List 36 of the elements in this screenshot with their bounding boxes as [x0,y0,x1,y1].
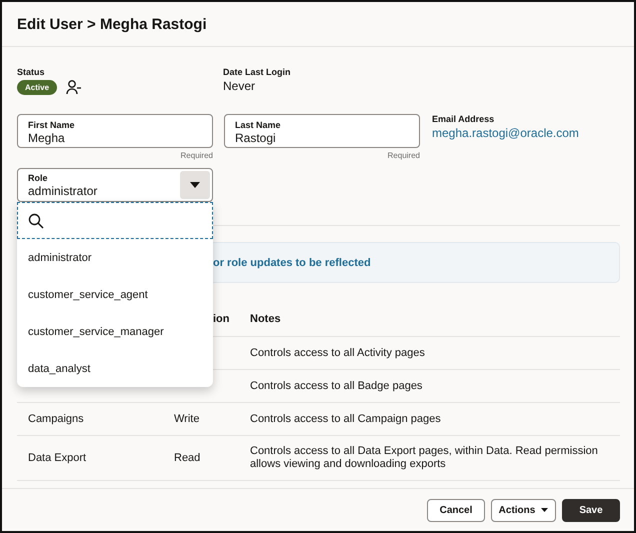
text-field[interactable]: Last Name Rastogi [224,114,420,148]
column-header: ion [213,313,230,325]
email-link[interactable]: megha.rastogi@oracle.com [432,126,579,140]
table-cell: Read [174,452,200,464]
table-cell: Controls access to all Campaign pages [250,412,441,424]
role-option[interactable]: administrator [28,252,92,264]
required-hint: Required [180,151,213,160]
table-cell: Data Export [28,452,86,464]
email-label: Email Address [432,114,496,124]
table-cell: Controls access to all Data Export pages, within Data. Read permission allows viewing and downloading exports [250,445,598,470]
text-field[interactable]: First Name Megha [17,114,213,148]
last-login-value: Never [223,79,256,93]
last-login-label: Date Last Login [223,67,291,77]
dialog-title: Edit User > Megha Rastogi [17,16,207,32]
role-option[interactable]: customer_service_agent [28,288,148,300]
banner-text: or role updates to be reflected [213,256,371,268]
save-button[interactable]: Save [562,498,620,522]
role-option[interactable]: customer_service_manager [28,326,164,338]
table-cell: Campaigns [28,413,84,425]
role-select[interactable]: Role administrator [17,168,213,202]
user-remove-icon [66,79,82,95]
actions-button[interactable]: Actions [491,498,556,522]
status-badge: Active [17,80,58,94]
caret-icon [541,508,548,512]
role-option[interactable]: data_analyst [28,362,90,374]
search-icon [28,212,44,228]
required-hint: Required [388,151,420,160]
dropdown-button[interactable] [180,171,210,199]
status-label: Status [17,67,45,77]
column-header: Notes [250,313,281,325]
caret-icon [190,182,200,188]
table-cell: Controls access to all Activity pages [250,346,425,358]
cancel-button[interactable]: Cancel [427,498,485,522]
search-field[interactable] [17,202,213,239]
table-cell: Write [174,413,200,425]
table-cell: Controls access to all Badge pages [250,380,422,392]
